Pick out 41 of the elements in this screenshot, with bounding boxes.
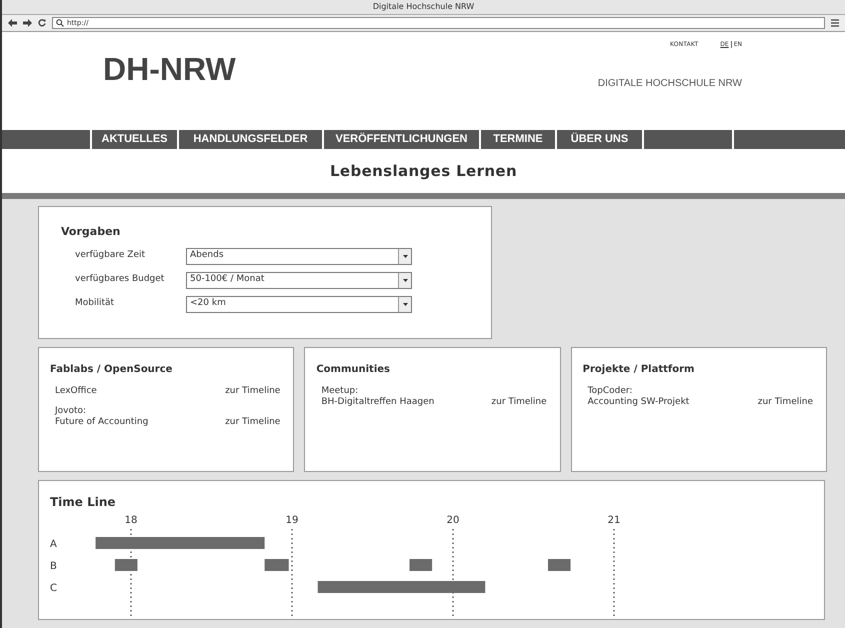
timeline-link[interactable]: zur Timeline: [758, 397, 813, 408]
tick-label: 19: [286, 515, 298, 526]
item-text: Accounting SW-Projekt: [588, 397, 690, 408]
site-subtitle: DIGITALE HOCHSCHULE NRW: [598, 77, 742, 91]
item-text: BH-Digitaltreffen Haagen: [321, 397, 434, 408]
search-icon: [56, 19, 64, 27]
item-text: LexOffice: [55, 386, 97, 397]
dropdown[interactable]: <20 km: [186, 296, 412, 312]
row-label: C: [50, 583, 57, 594]
caret-icon: [402, 254, 408, 258]
dropdown[interactable]: 50-100€ / Monat: [186, 272, 412, 288]
item-text: Future of Accounting: [55, 417, 148, 428]
caret-icon: [402, 302, 408, 306]
filters-title: Vorgaben: [61, 224, 122, 240]
card-title: Projekte / Plattform: [582, 363, 696, 377]
tick-label: 21: [608, 515, 620, 526]
timeline-link[interactable]: zur Timeline: [225, 386, 280, 397]
back-icon[interactable]: [8, 19, 17, 27]
forward-icon[interactable]: [23, 19, 32, 27]
row-label: A: [50, 539, 57, 550]
reload-icon[interactable]: [38, 19, 46, 27]
logo: DH-NRW: [103, 53, 236, 85]
dropdown[interactable]: Abends: [186, 248, 412, 264]
card-title: Fablabs / OpenSource: [50, 363, 174, 377]
item-text: Meetup:: [321, 386, 360, 397]
field-label: Mobilität: [75, 297, 116, 310]
field-label: verfügbares Budget: [75, 273, 166, 286]
menu-icon[interactable]: [831, 19, 839, 27]
window-title: Digitale Hochschule NRW: [372, 1, 474, 13]
caret-icon: [402, 278, 408, 282]
timeline-link[interactable]: zur Timeline: [225, 417, 280, 428]
timeline-title: Time Line: [50, 494, 116, 511]
item-text: TopCoder:: [588, 386, 634, 397]
tick-label: 20: [446, 515, 460, 526]
page-title: Lebenslanges Lernen: [330, 160, 518, 182]
tick-label: 18: [124, 515, 138, 526]
card-title: Communities: [316, 363, 391, 377]
timeline-link[interactable]: zur Timeline: [491, 397, 547, 408]
field-label: verfügbare Zeit: [75, 249, 146, 262]
row-label: B: [50, 561, 57, 572]
item-text: Jovoto:: [55, 406, 87, 417]
